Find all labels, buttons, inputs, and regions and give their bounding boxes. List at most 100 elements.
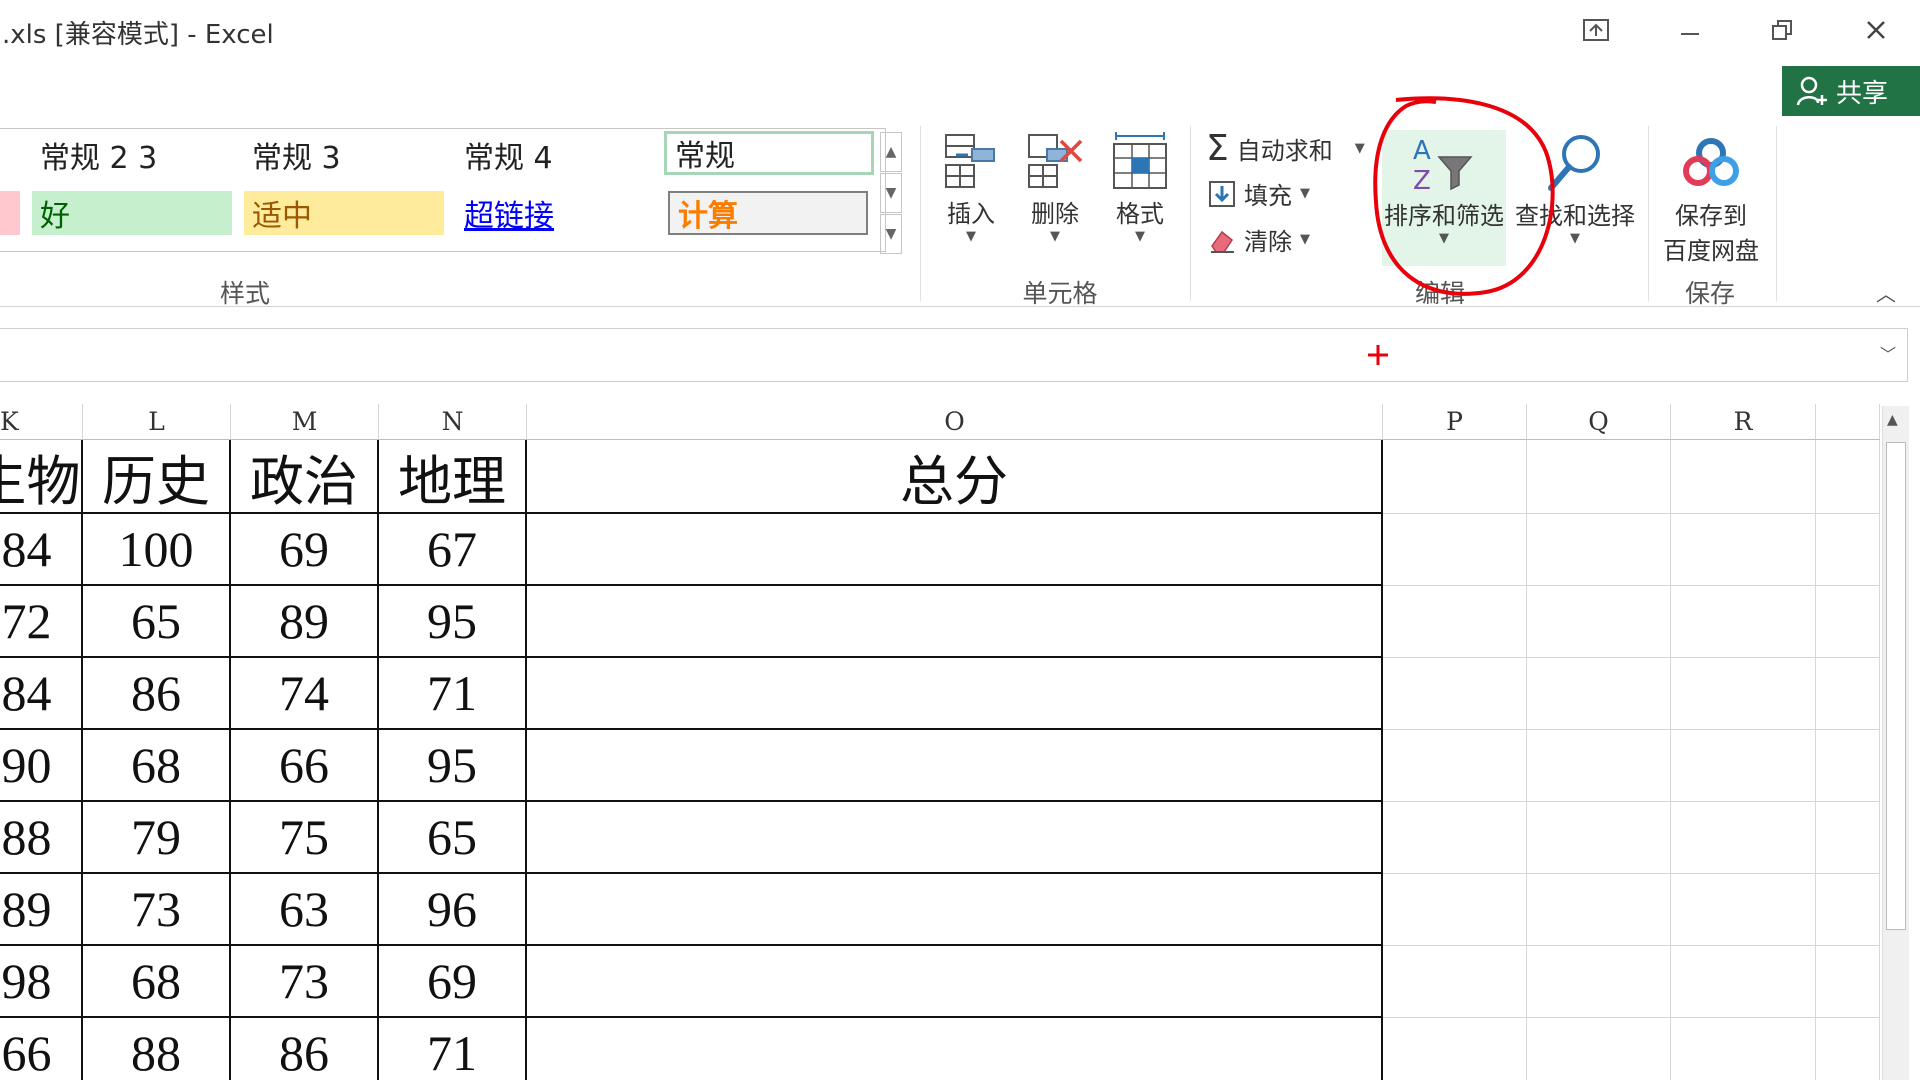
empty-cell[interactable]	[1816, 730, 1880, 802]
table-header-cell[interactable]: 地理	[379, 440, 527, 514]
close-button[interactable]	[1846, 8, 1906, 52]
total-score-cell[interactable]	[527, 1018, 1383, 1080]
empty-cell[interactable]	[1527, 440, 1671, 514]
empty-cell[interactable]	[1527, 730, 1671, 802]
column-header-r[interactable]: R	[1671, 404, 1816, 440]
total-score-cell[interactable]	[527, 946, 1383, 1018]
empty-cell[interactable]	[1671, 802, 1816, 874]
score-cell[interactable]: 86	[231, 1018, 379, 1080]
empty-cell[interactable]	[1671, 586, 1816, 658]
table-header-cell[interactable]: 生物	[0, 440, 83, 514]
ribbon-display-options-button[interactable]	[1566, 8, 1626, 52]
empty-cell[interactable]	[1816, 440, 1880, 514]
total-score-cell[interactable]	[527, 514, 1383, 586]
total-score-cell[interactable]	[527, 658, 1383, 730]
empty-cell[interactable]	[1527, 514, 1671, 586]
score-cell[interactable]: 90	[0, 730, 83, 802]
empty-cell[interactable]	[1383, 1018, 1527, 1080]
empty-cell[interactable]	[1671, 730, 1816, 802]
empty-cell[interactable]	[1527, 1018, 1671, 1080]
score-cell[interactable]: 71	[379, 1018, 527, 1080]
column-header-m[interactable]: M	[231, 404, 379, 440]
empty-cell[interactable]	[1816, 802, 1880, 874]
score-cell[interactable]: 95	[379, 586, 527, 658]
score-cell[interactable]: 84	[0, 658, 83, 730]
total-score-cell[interactable]	[527, 802, 1383, 874]
style-bad-partial[interactable]	[0, 191, 20, 235]
table-header-cell[interactable]: 总分	[527, 440, 1383, 514]
score-cell[interactable]: 69	[379, 946, 527, 1018]
score-cell[interactable]: 89	[231, 586, 379, 658]
worksheet-grid[interactable]: K L M N O P Q R 生物历史政治地理总分84100696772658…	[0, 404, 1880, 1080]
empty-cell[interactable]	[1816, 586, 1880, 658]
autosum-button[interactable]: Σ 自动求和 ▼	[1206, 128, 1365, 169]
score-cell[interactable]: 73	[83, 874, 231, 946]
vertical-scrollbar[interactable]: ▲	[1882, 406, 1909, 1080]
style-hyperlink[interactable]: 超链接	[456, 191, 656, 235]
delete-button[interactable]: 删除 ▼	[1022, 128, 1088, 244]
score-cell[interactable]: 95	[379, 730, 527, 802]
scroll-thumb[interactable]	[1886, 442, 1906, 930]
score-cell[interactable]: 63	[231, 874, 379, 946]
save-to-baidu-button[interactable]: 保存到 百度网盘	[1656, 130, 1766, 266]
column-header-l[interactable]: L	[83, 404, 231, 440]
style-good[interactable]: 好	[32, 191, 232, 235]
column-header-q[interactable]: Q	[1527, 404, 1671, 440]
gallery-more-button[interactable]: ▼	[880, 214, 902, 254]
score-cell[interactable]: 74	[231, 658, 379, 730]
empty-cell[interactable]	[1383, 514, 1527, 586]
format-button[interactable]: 格式 ▼	[1104, 128, 1176, 244]
gallery-down-button[interactable]: ▼	[880, 173, 902, 213]
collapse-ribbon-button[interactable]: ︿	[1876, 278, 1896, 307]
score-cell[interactable]: 98	[0, 946, 83, 1018]
score-cell[interactable]: 68	[83, 730, 231, 802]
empty-cell[interactable]	[1671, 1018, 1816, 1080]
total-score-cell[interactable]	[527, 874, 1383, 946]
table-header-cell[interactable]: 历史	[83, 440, 231, 514]
score-cell[interactable]: 66	[231, 730, 379, 802]
score-cell[interactable]: 72	[0, 586, 83, 658]
score-cell[interactable]: 88	[0, 802, 83, 874]
empty-cell[interactable]	[1527, 802, 1671, 874]
empty-cell[interactable]	[1527, 874, 1671, 946]
fill-button[interactable]: 填充 ▼	[1208, 176, 1310, 211]
score-cell[interactable]: 71	[379, 658, 527, 730]
empty-cell[interactable]	[1383, 658, 1527, 730]
minimize-button[interactable]	[1660, 8, 1720, 52]
empty-cell[interactable]	[1816, 874, 1880, 946]
empty-cell[interactable]	[1671, 514, 1816, 586]
column-header-s[interactable]	[1816, 404, 1880, 440]
empty-cell[interactable]	[1383, 874, 1527, 946]
empty-cell[interactable]	[1671, 946, 1816, 1018]
column-header-o[interactable]: O	[527, 404, 1383, 440]
table-header-cell[interactable]: 政治	[231, 440, 379, 514]
empty-cell[interactable]	[1671, 874, 1816, 946]
expand-formula-bar-button[interactable]: ﹀	[1880, 341, 1896, 365]
total-score-cell[interactable]	[527, 586, 1383, 658]
score-cell[interactable]: 86	[83, 658, 231, 730]
gallery-up-button[interactable]: ▲	[880, 132, 902, 172]
score-cell[interactable]: 96	[379, 874, 527, 946]
style-normal-4[interactable]: 常规 4	[456, 133, 646, 177]
style-normal-3[interactable]: 常规 3	[244, 133, 434, 177]
clear-button[interactable]: 清除 ▼	[1208, 222, 1310, 257]
column-header-k[interactable]: K	[0, 404, 83, 440]
empty-cell[interactable]	[1527, 946, 1671, 1018]
score-cell[interactable]: 66	[0, 1018, 83, 1080]
empty-cell[interactable]	[1383, 586, 1527, 658]
empty-cell[interactable]	[1816, 1018, 1880, 1080]
style-neutral[interactable]: 适中	[244, 191, 444, 235]
insert-button[interactable]: 插入 ▼	[938, 128, 1004, 244]
formula-bar[interactable]: ﹀	[0, 328, 1908, 382]
column-header-n[interactable]: N	[379, 404, 527, 440]
score-cell[interactable]: 84	[0, 514, 83, 586]
column-header-p[interactable]: P	[1383, 404, 1527, 440]
score-cell[interactable]: 75	[231, 802, 379, 874]
restore-button[interactable]	[1752, 8, 1812, 52]
style-calculation[interactable]: 计算	[668, 191, 868, 235]
style-normal-2-3[interactable]: 常规 2 3	[32, 133, 222, 177]
style-normal-selected[interactable]: 常规	[664, 131, 874, 175]
score-cell[interactable]: 65	[379, 802, 527, 874]
score-cell[interactable]: 73	[231, 946, 379, 1018]
empty-cell[interactable]	[1383, 730, 1527, 802]
